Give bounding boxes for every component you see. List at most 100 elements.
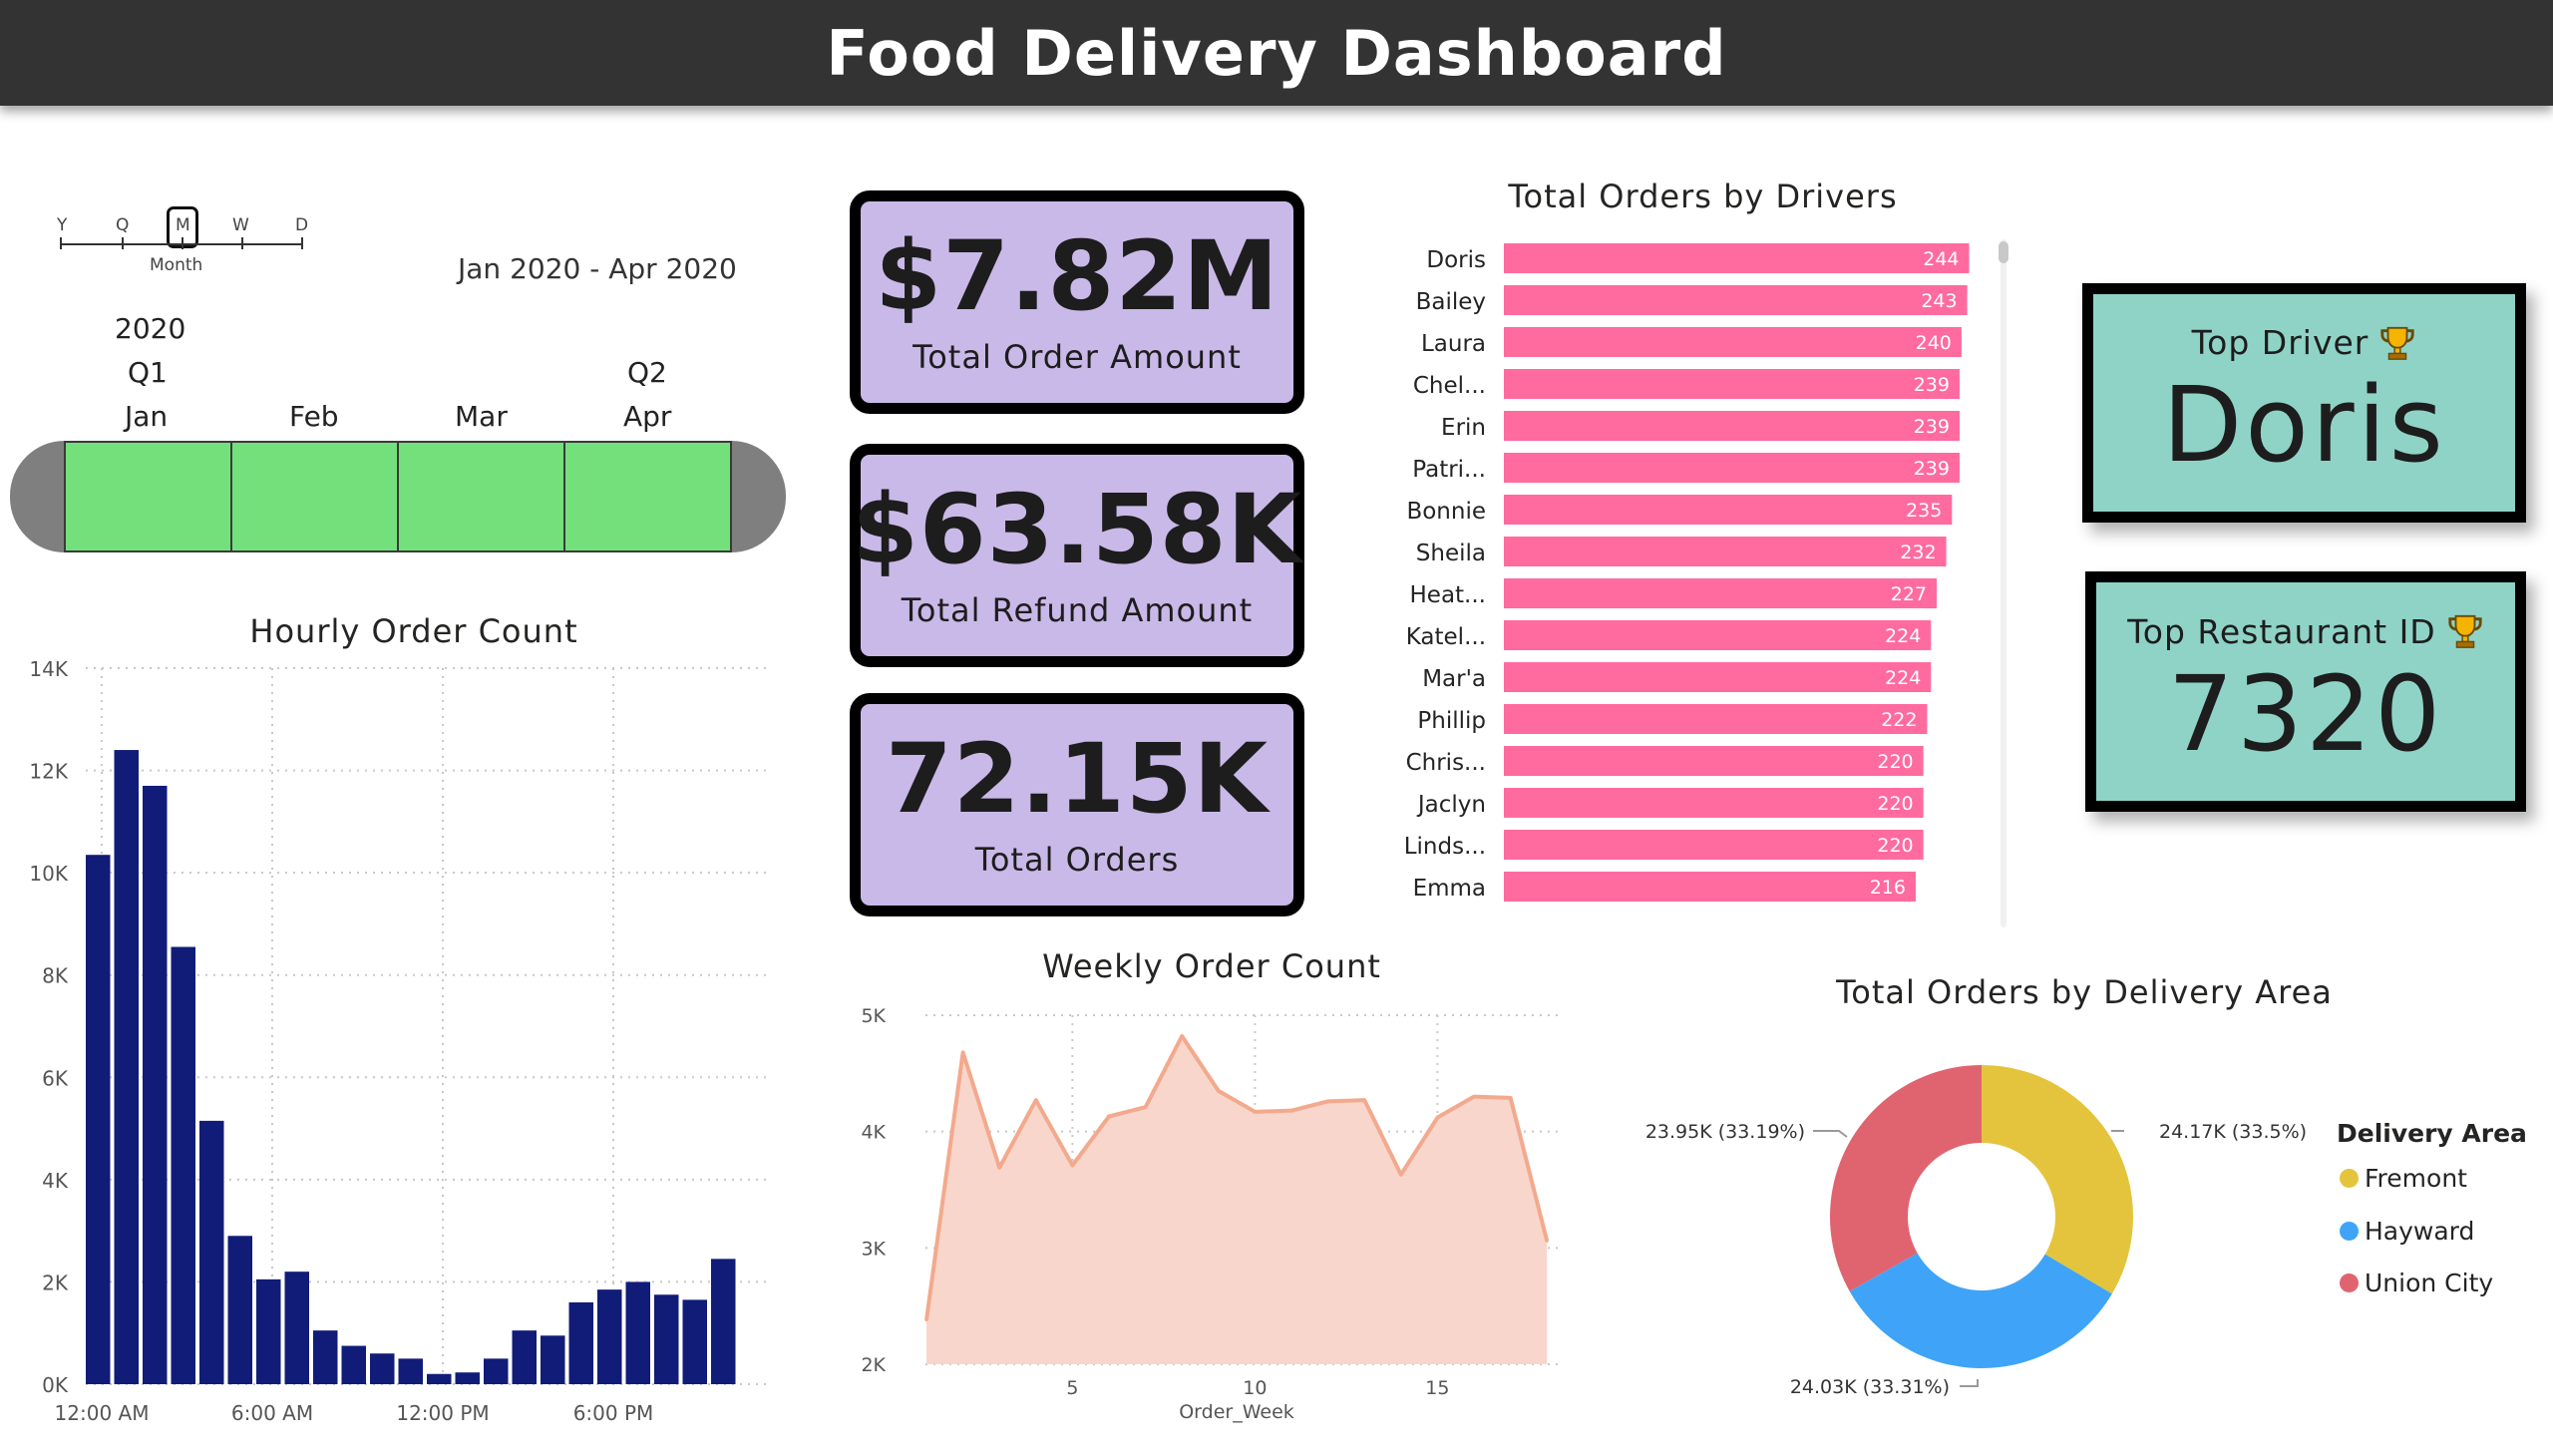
driver-bar	[1504, 411, 1960, 441]
kpi-value: $63.58K	[852, 474, 1302, 585]
driver-name-label: Chris...	[1406, 750, 1486, 776]
timeline-slicer[interactable]	[10, 441, 786, 552]
driver-name-label: Heat...	[1410, 582, 1487, 608]
hourly-bar	[455, 1372, 480, 1384]
kpi-card-total-order-amount: $7.82M Total Order Amount	[850, 190, 1304, 414]
driver-name-label: Doris	[1426, 247, 1486, 273]
timeline-month-mar[interactable]	[397, 441, 565, 552]
legend-label: Hayward	[2365, 1217, 2475, 1246]
driver-bar	[1504, 243, 1970, 273]
zoom-tick	[122, 237, 124, 249]
driver-value-label: 216	[1870, 877, 1906, 899]
timeline-date-range: Jan 2020 - Apr 2020	[458, 252, 737, 285]
y-tick-label: 4K	[861, 1122, 886, 1144]
legend-item-fremont[interactable]: Fremont	[2340, 1164, 2467, 1193]
zoom-tick	[60, 237, 62, 249]
trophy-icon	[2380, 326, 2414, 360]
timeline-quarter-q2: Q2	[627, 356, 667, 389]
weekly-point	[1435, 1116, 1439, 1120]
driver-value-label: 220	[1877, 751, 1913, 773]
zoom-level-year[interactable]: Y	[57, 215, 67, 235]
x-tick-label: 5	[1066, 1377, 1078, 1399]
weekly-point	[961, 1050, 965, 1054]
driver-bar	[1504, 327, 1962, 357]
timeline-quarter-q1: Q1	[128, 356, 168, 389]
trophy-icon	[2448, 615, 2482, 649]
y-tick-label: 2K	[42, 1271, 69, 1294]
weekly-point	[997, 1166, 1001, 1170]
driver-name-label: Laura	[1421, 331, 1486, 357]
driver-value-label: 239	[1914, 458, 1950, 480]
hourly-bar	[541, 1335, 565, 1384]
timeline-month-apr[interactable]	[563, 441, 732, 552]
zoom-tick	[301, 237, 303, 249]
weekly-point	[1217, 1089, 1221, 1093]
delivery-area-donut-chart[interactable]: 24.17K (33.5%) 24.03K (33.31%) 23.95K (33.…	[1636, 1047, 2334, 1446]
weekly-point	[1070, 1164, 1074, 1167]
driver-bar	[1504, 453, 1960, 483]
slice-data-label: 24.03K (33.31%)	[1790, 1376, 1950, 1398]
hourly-bar	[568, 1301, 593, 1384]
driver-value-label: 222	[1881, 709, 1917, 731]
legend-label: Fremont	[2365, 1164, 2467, 1193]
label-leader-line	[1813, 1130, 1848, 1138]
weekly-point	[924, 1318, 928, 1322]
x-tick-label: 15	[1425, 1377, 1449, 1399]
timeline-month-jan[interactable]	[64, 441, 232, 552]
driver-bar	[1504, 662, 1932, 692]
driver-value-label: 232	[1900, 542, 1936, 563]
drivers-chart-title: Total Orders by Drivers	[1508, 178, 1898, 215]
hourly-bar	[256, 1278, 281, 1384]
hourly-bar	[370, 1353, 395, 1384]
x-tick-label: 12:00 PM	[396, 1401, 489, 1425]
weekly-area-chart[interactable]: 2K 3K 4K 5K 5 10 15 Order_Week	[838, 987, 1576, 1431]
legend-dot	[2340, 1274, 2359, 1292]
top-restaurant-value: 7320	[2167, 652, 2444, 775]
driver-value-label: 239	[1914, 374, 1950, 396]
top-restaurant-label: Top Restaurant ID	[2127, 611, 2436, 651]
legend-item-hayward[interactable]: Hayward	[2340, 1217, 2474, 1246]
driver-bar	[1504, 872, 1916, 902]
driver-value-label: 235	[1906, 500, 1942, 522]
x-tick-label: 10	[1243, 1377, 1267, 1399]
top-driver-card: Top Driver Doris	[2082, 283, 2526, 523]
legend-title: Delivery Area	[2337, 1119, 2527, 1148]
y-tick-label: 8K	[42, 964, 69, 988]
driver-bar	[1504, 704, 1928, 734]
driver-value-label: 240	[1916, 332, 1952, 354]
driver-value-label: 220	[1877, 793, 1913, 815]
donut-slice-fremont	[1982, 1065, 2133, 1294]
driver-name-label: Chel...	[1413, 373, 1486, 399]
area-chart-title: Total Orders by Delivery Area	[1836, 973, 2333, 1011]
hourly-bar-chart[interactable]: 0K 2K 4K 6K 8K 10K 12K 14K 12:00 AM 6:00 AM 12:00 …	[0, 648, 788, 1446]
hourly-bar	[427, 1373, 452, 1384]
y-tick-label: 4K	[42, 1169, 69, 1193]
driver-value-label: 220	[1877, 835, 1913, 857]
driver-name-label: Emma	[1413, 876, 1486, 902]
scrollbar-thumb[interactable]	[1999, 241, 2008, 263]
weekly-point	[1362, 1098, 1366, 1102]
zoom-level-week[interactable]: W	[232, 215, 249, 235]
timeline-month-feb[interactable]	[230, 441, 399, 552]
weekly-point	[1545, 1239, 1549, 1243]
weekly-point	[1180, 1034, 1184, 1038]
driver-name-label: Mar'a	[1422, 666, 1486, 692]
legend-item-union-city[interactable]: Union City	[2340, 1269, 2493, 1297]
kpi-card-total-refund-amount: $63.58K Total Refund Amount	[850, 444, 1304, 667]
top-driver-value: Doris	[2162, 364, 2446, 487]
kpi-value: 72.15K	[885, 723, 1270, 835]
drivers-bar-chart[interactable]: Doris 244 Bailey 243 Laura 240 Chel... 239 Erin 2…	[1376, 229, 2024, 937]
driver-value-label: 224	[1885, 667, 1921, 689]
y-tick-label: 6K	[42, 1066, 69, 1090]
hourly-bar	[711, 1259, 736, 1384]
weekly-point	[1472, 1095, 1476, 1099]
zoom-level-month[interactable]: M	[176, 215, 190, 235]
timeline-month-label-jan: Jan	[125, 400, 169, 433]
timeline-year: 2020	[115, 312, 186, 345]
hourly-bar	[597, 1289, 622, 1384]
kpi-label: Total Orders	[974, 841, 1180, 879]
zoom-level-day[interactable]: D	[295, 215, 308, 235]
dashboard-header: Food Delivery Dashboard	[0, 0, 2553, 106]
zoom-level-quarter[interactable]: Q	[116, 215, 129, 235]
driver-bar	[1504, 369, 1960, 399]
